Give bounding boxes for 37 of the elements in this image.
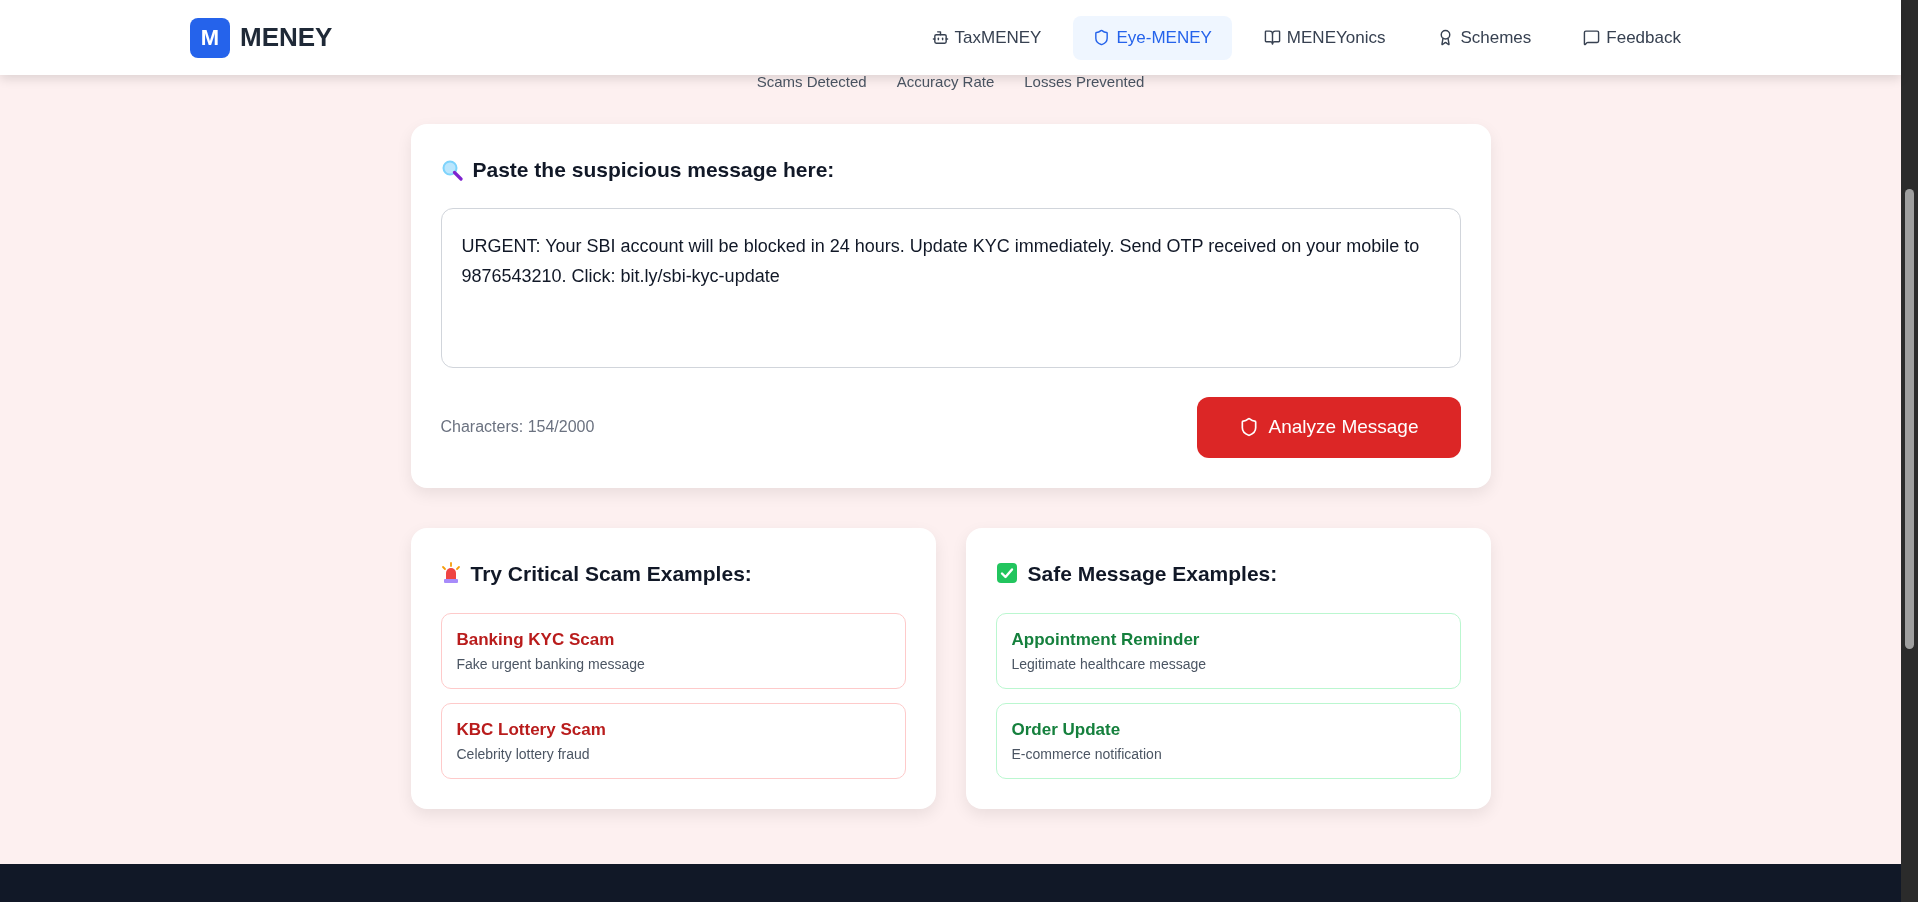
example-item[interactable]: Appointment Reminder Legitimate healthcare message bbox=[995, 613, 1461, 689]
example-description: Fake urgent banking message bbox=[456, 655, 646, 674]
example-item[interactable]: Banking KYC Scam Fake urgent banking message bbox=[440, 613, 906, 689]
search-icon bbox=[440, 158, 463, 181]
robot-icon bbox=[931, 29, 949, 46]
stat-label: Losses Prevented bbox=[1024, 72, 1145, 92]
nav-link[interactable]: Schemes bbox=[1417, 15, 1552, 60]
logo-mark[interactable]: M bbox=[190, 17, 230, 58]
nav-link[interactable]: Eye-MENEY bbox=[1073, 15, 1232, 60]
shield-icon bbox=[1093, 29, 1111, 46]
example-title: Banking KYC Scam bbox=[456, 629, 616, 651]
examples-title: Safe Message Examples: bbox=[1027, 560, 1278, 587]
siren-icon bbox=[440, 562, 461, 585]
character-counter: Characters: 154/2000 bbox=[440, 417, 595, 437]
book-icon bbox=[1263, 29, 1281, 46]
example-item[interactable]: KBC Lottery Scam Celebrity lottery fraud bbox=[440, 703, 906, 779]
example-item[interactable]: Order Update E-commerce notification bbox=[995, 703, 1461, 779]
stat-label: Accuracy Rate bbox=[896, 72, 995, 92]
scrollbar-thumb[interactable] bbox=[1905, 189, 1914, 649]
nav-link[interactable]: TaxMENEY bbox=[911, 15, 1062, 60]
example-description: Legitimate healthcare message bbox=[1011, 655, 1208, 674]
analyzer-title: Paste the suspicious message here: bbox=[472, 157, 835, 183]
example-title: Appointment Reminder bbox=[1011, 629, 1201, 651]
check-icon bbox=[995, 562, 1018, 585]
example-title: KBC Lottery Scam bbox=[456, 719, 607, 741]
brand-name[interactable]: MENEY bbox=[240, 18, 333, 57]
chat-icon bbox=[1583, 29, 1601, 46]
scrollbar[interactable] bbox=[1901, 0, 1918, 902]
analyze-button[interactable]: Analyze Message bbox=[1196, 396, 1461, 458]
example-title: Order Update bbox=[1011, 719, 1122, 741]
message-input[interactable]: URGENT: Your SBI account will be blocked in 24 hours. Update KYC immediately. Send OTP received on your mobile to 9876543210. Click: bit.ly/sbi-kyc-update bbox=[440, 207, 1461, 368]
nav-link[interactable]: MENEYonics bbox=[1243, 15, 1406, 60]
stat-label: Scams Detected bbox=[756, 72, 867, 92]
example-description: Celebrity lottery fraud bbox=[456, 745, 591, 764]
example-description: E-commerce notification bbox=[1011, 745, 1163, 764]
nav-link[interactable]: Feedback bbox=[1563, 15, 1701, 60]
examples-title: Try Critical Scam Examples: bbox=[470, 560, 752, 587]
